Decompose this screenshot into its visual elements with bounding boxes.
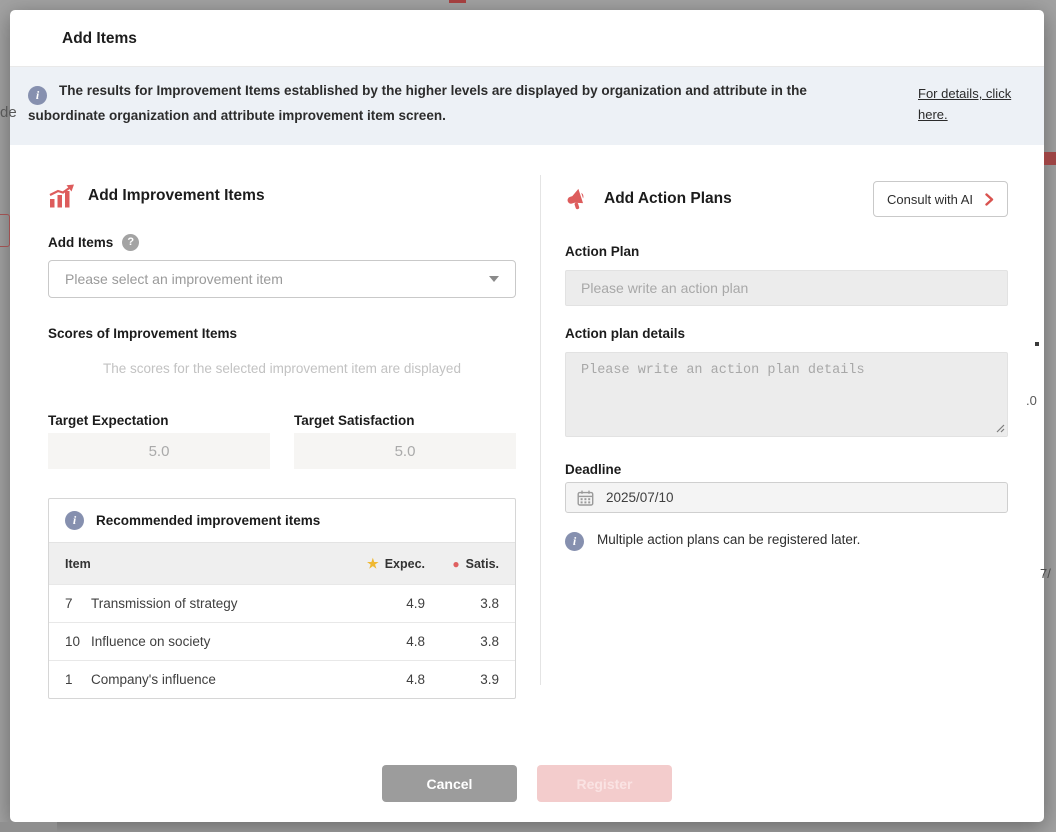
consult-button-label: Consult with AI <box>887 192 973 207</box>
target-expectation-value: 5.0 <box>48 433 270 469</box>
row-satis-value: 3.8 <box>425 596 499 611</box>
scores-placeholder-text: The scores for the selected improvement … <box>48 361 516 376</box>
chevron-right-icon <box>985 193 994 206</box>
action-plan-input[interactable] <box>565 270 1008 306</box>
table-row[interactable]: 7 Transmission of strategy 4.9 3.8 <box>49 584 515 622</box>
column-divider <box>540 175 541 685</box>
register-button[interactable]: Register <box>537 765 672 802</box>
improvement-section-title: Add Improvement Items <box>88 187 265 205</box>
cancel-button[interactable]: Cancel <box>382 765 517 802</box>
target-satisfaction-value: 5.0 <box>294 433 516 469</box>
background-fragment-band <box>1044 152 1056 165</box>
add-items-label: Add Items <box>48 235 113 250</box>
dot-icon: ● <box>452 557 459 571</box>
column-header-satis: Satis. <box>466 557 499 571</box>
background-fragment-strip <box>0 822 57 832</box>
row-item-name: Influence on society <box>91 634 367 649</box>
calendar-icon <box>577 490 594 506</box>
recommended-table-header: Item ★ Expec. ● Satis. <box>49 542 515 584</box>
background-fragment-box <box>0 214 10 247</box>
chevron-down-icon <box>489 276 499 282</box>
details-link[interactable]: For details, click here. <box>918 80 1022 132</box>
target-expectation-label: Target Expectation <box>48 413 270 430</box>
scores-title: Scores of Improvement Items <box>48 326 516 341</box>
improvement-item-select[interactable]: Please select an improvement item <box>48 260 516 298</box>
chart-icon <box>48 184 75 209</box>
table-row[interactable]: 10 Influence on society 4.8 3.8 <box>49 622 515 660</box>
action-plans-title: Add Action Plans <box>604 190 732 208</box>
row-satis-value: 3.8 <box>425 634 499 649</box>
background-fragment-red <box>449 0 466 3</box>
info-banner-message: The results for Improvement Items establ… <box>28 83 807 123</box>
resize-handle[interactable] <box>995 423 1005 433</box>
select-placeholder: Please select an improvement item <box>65 271 283 287</box>
action-plans-section: Add Action Plans Consult with AI Action … <box>565 145 1008 551</box>
background-fragment-number: .0 <box>1026 393 1037 408</box>
consult-with-ai-button[interactable]: Consult with AI <box>873 181 1008 217</box>
row-item-name: Company's influence <box>91 672 367 687</box>
background-fragment-date: 7/ <box>1040 566 1051 581</box>
row-expec-value: 4.8 <box>367 672 425 687</box>
table-row[interactable]: 1 Company's influence 4.8 3.9 <box>49 660 515 698</box>
action-plan-details-label: Action plan details <box>565 326 1008 342</box>
info-icon: i <box>28 86 47 105</box>
modal-title: Add Items <box>10 10 1044 67</box>
add-items-modal: Add Items iThe results for Improvement I… <box>10 10 1044 822</box>
background-fragment-text: de <box>0 104 17 121</box>
row-expec-value: 4.8 <box>367 634 425 649</box>
info-banner-text: iThe results for Improvement Items estab… <box>28 80 918 132</box>
column-header-item: Item <box>65 557 367 571</box>
row-number: 1 <box>65 672 91 687</box>
info-icon: i <box>65 511 84 530</box>
recommended-table-title: Recommended improvement items <box>96 513 320 528</box>
info-banner: iThe results for Improvement Items estab… <box>10 67 1044 145</box>
recommended-items-table: i Recommended improvement items Item ★ E… <box>48 498 516 699</box>
deadline-label: Deadline <box>565 462 1008 478</box>
star-icon: ★ <box>367 556 379 572</box>
row-number: 10 <box>65 634 91 649</box>
improvement-items-section: Add Improvement Items Add Items ? Please… <box>48 145 516 699</box>
note-row: i Multiple action plans can be registere… <box>565 532 1008 551</box>
column-header-expec: Expec. <box>385 557 425 571</box>
row-item-name: Transmission of strategy <box>91 596 367 611</box>
action-plan-details-textarea[interactable] <box>565 352 1008 437</box>
improvement-section-header: Add Improvement Items <box>48 181 516 211</box>
help-icon[interactable]: ? <box>122 234 139 251</box>
background-fragment-dot <box>1035 342 1039 346</box>
action-plan-label: Action Plan <box>565 244 1008 260</box>
target-satisfaction-label: Target Satisfaction <box>294 413 516 430</box>
deadline-date-input[interactable]: 2025/07/10 <box>565 482 1008 513</box>
row-number: 7 <box>65 596 91 611</box>
note-text: Multiple action plans can be registered … <box>597 532 860 547</box>
megaphone-icon <box>565 186 591 212</box>
row-satis-value: 3.9 <box>425 672 499 687</box>
deadline-value: 2025/07/10 <box>606 490 674 505</box>
row-expec-value: 4.9 <box>367 596 425 611</box>
info-icon: i <box>565 532 584 551</box>
